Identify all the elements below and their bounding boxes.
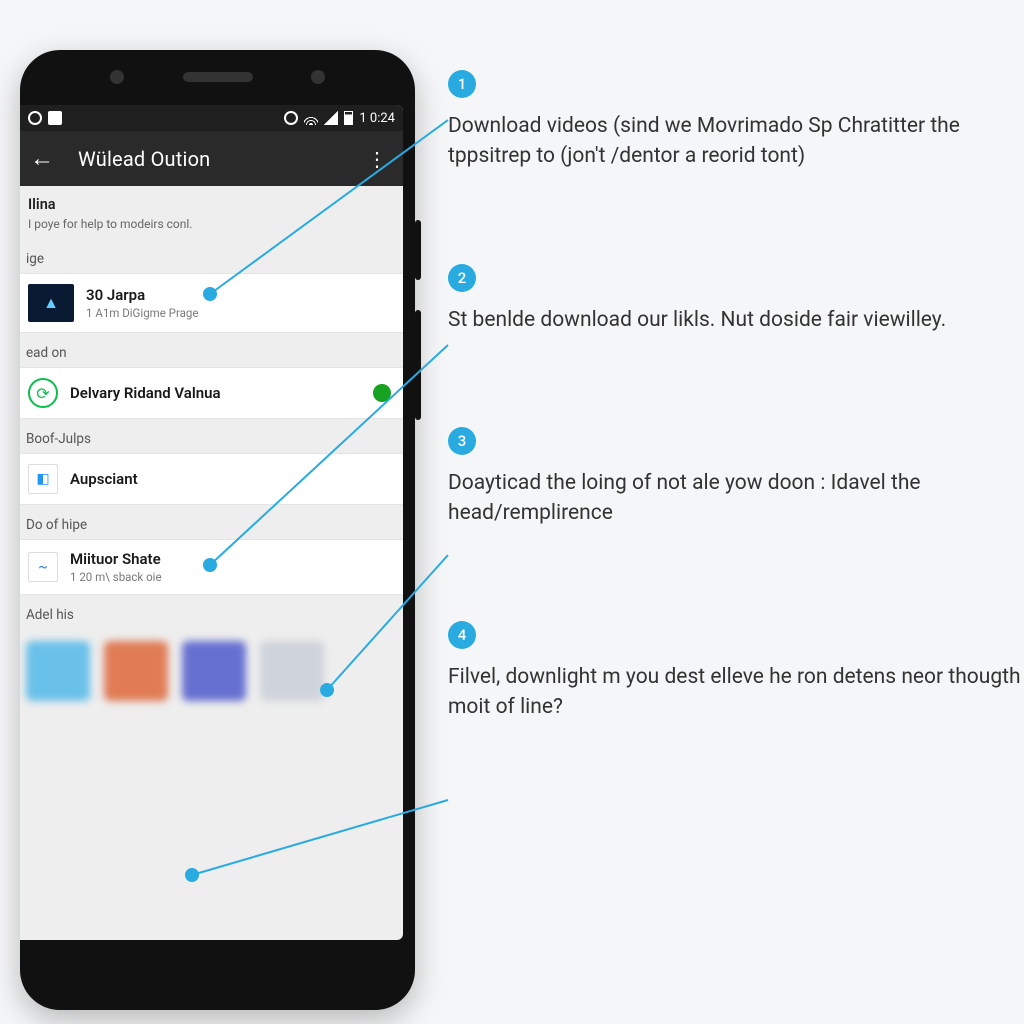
thumbnail[interactable] (104, 641, 168, 701)
phone-side-button (415, 220, 421, 280)
list-item-title: Delvary Ridand Valnua (70, 384, 361, 402)
list-item[interactable]: ~ Miituor Shate 1 20 m\ sback oie (20, 539, 403, 595)
phone-camera (311, 70, 325, 84)
back-button[interactable]: ← (24, 144, 60, 173)
thumbnail[interactable] (182, 641, 246, 701)
subheader: ead on (20, 335, 403, 367)
list-item-title: Miituor Shate (70, 550, 391, 568)
phone-screen: 1 0:24 ← Wülead Oution ⋮ Ilina I poye fo… (20, 105, 403, 940)
battery-icon (344, 111, 353, 125)
wifi-icon (304, 111, 318, 125)
step-text: Doayticad the loing of not ale yow doon … (448, 469, 1024, 529)
phone-sensor (110, 70, 124, 84)
status-icon (48, 111, 62, 125)
list-item[interactable]: ⟳ Delvary Ridand Valnua (20, 367, 403, 419)
subheader: Adel his (20, 597, 403, 629)
list-item-title: Aupsciant (70, 470, 391, 488)
step-text: Download videos (sind we Movrimado Sp Ch… (448, 112, 1024, 172)
step-3: 3 Doayticad the loing of not ale yow doo… (448, 427, 1024, 529)
step-badge: 4 (448, 621, 476, 649)
step-list: 1 Download videos (sind we Movrimado Sp … (448, 70, 1024, 815)
step-4: 4 Filvel, downlight m you dest elleve he… (448, 621, 1024, 723)
app-icon: ~ (28, 552, 58, 582)
subheader: Do of hipe (20, 507, 403, 539)
list-item-title: 30 Jarpa (86, 286, 391, 304)
thumbnail[interactable] (260, 641, 324, 701)
status-bar: 1 0:24 (20, 105, 403, 131)
content-area: Ilina I poye for help to modeirs conl. i… (20, 186, 403, 731)
subheader: Boof-Julps (20, 421, 403, 453)
step-1: 1 Download videos (sind we Movrimado Sp … (448, 70, 1024, 172)
app-bar: ← Wülead Oution ⋮ (20, 131, 403, 186)
step-badge: 2 (448, 264, 476, 292)
app-title: Wülead Oution (78, 147, 341, 171)
signal-icon (324, 111, 338, 125)
phone-frame: 1 0:24 ← Wülead Oution ⋮ Ilina I poye fo… (20, 50, 415, 1010)
subheader: ige (20, 241, 403, 273)
status-dot-icon (373, 384, 391, 402)
section-subtext: I poye for help to modeirs conl. (20, 217, 403, 241)
overflow-menu-button[interactable]: ⋮ (359, 147, 395, 171)
step-badge: 3 (448, 427, 476, 455)
step-text: St benlde download our likls. Nut doside… (448, 306, 1024, 336)
phone-side-button (415, 310, 421, 420)
thumbnail-row (20, 629, 403, 731)
section-heading: Ilina (20, 186, 403, 217)
status-time: 1 0:24 (359, 111, 395, 126)
thumbnail[interactable] (26, 641, 90, 701)
progress-ring-icon: ⟳ (28, 378, 58, 408)
list-item[interactable]: ▲ 30 Jarpa 1 A1m DiGigme Prage (20, 273, 403, 333)
list-item-meta: 1 A1m DiGigme Prage (86, 306, 391, 320)
app-icon: ◧ (28, 464, 58, 494)
step-2: 2 St benlde download our likls. Nut dosi… (448, 264, 1024, 336)
step-text: Filvel, downlight m you dest elleve he r… (448, 663, 1024, 723)
list-item-meta: 1 20 m\ sback oie (70, 570, 391, 584)
list-item[interactable]: ◧ Aupsciant (20, 453, 403, 505)
status-icon (28, 111, 42, 125)
video-thumbnail-icon: ▲ (28, 284, 74, 322)
status-icon (284, 111, 298, 125)
step-badge: 1 (448, 70, 476, 98)
